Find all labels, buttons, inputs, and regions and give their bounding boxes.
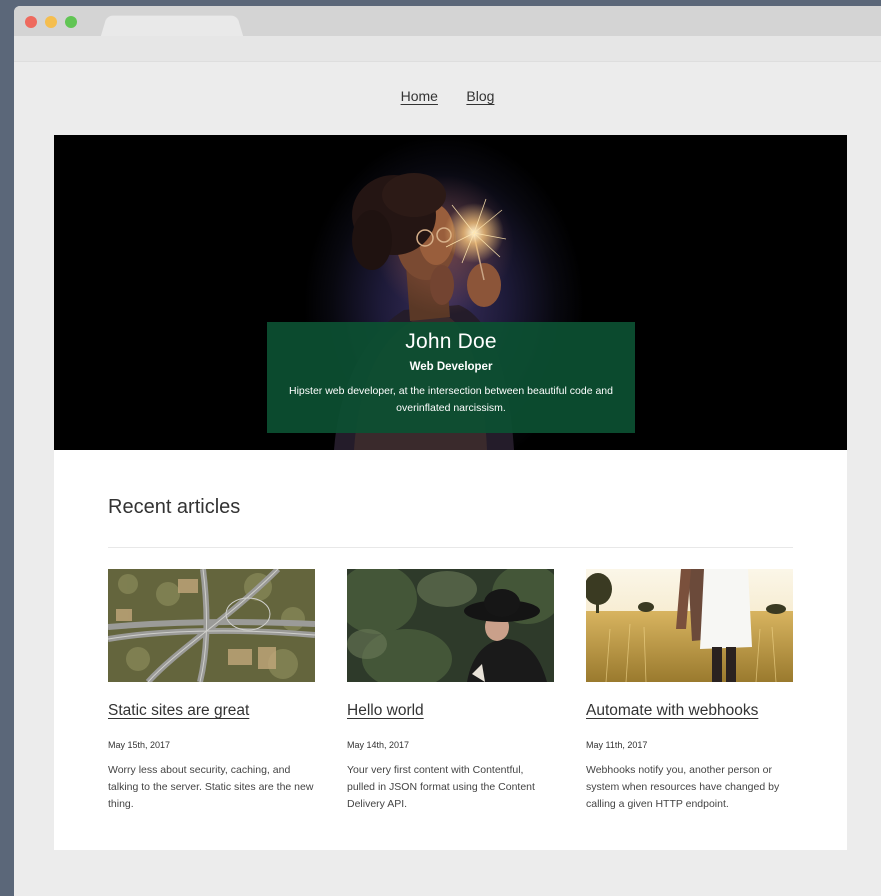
hero-role: Web Developer [409,361,493,373]
minimize-window-button[interactable] [45,16,57,28]
article-card: Hello world May 14th, 2017 Your very fir… [347,569,554,813]
article-thumbnail-highway[interactable] [108,569,315,682]
browser-window: Home Blog John Doe Web Developer Hipster… [14,6,881,896]
browser-tab[interactable] [100,15,244,37]
nav-link-home[interactable]: Home [401,88,438,104]
article-date: May 15th, 2017 [108,740,171,750]
main-nav: Home Blog [14,88,881,106]
article-description: Webhooks notify you, another person or s… [586,764,780,810]
hero-name: John Doe [405,330,497,353]
article-thumbnail-hat-woman[interactable] [347,569,554,682]
browser-toolbar [14,36,881,62]
article-title-link[interactable]: Hello world [347,702,554,720]
section-divider [108,547,793,548]
article-description: Worry less about security, caching, and … [108,764,314,810]
browser-titlebar [14,6,881,37]
article-description: Your very first content with Contentful,… [347,764,535,810]
hero-banner: John Doe Web Developer Hipster web devel… [54,135,847,450]
article-card: Static sites are great May 15th, 2017 Wo… [108,569,315,813]
article-thumbnail-field-couple[interactable] [586,569,793,682]
section-title: Recent articles [108,496,241,518]
article-card: Automate with webhooks May 11th, 2017 We… [586,569,793,813]
nav-link-blog[interactable]: Blog [466,88,494,104]
article-title-link[interactable]: Automate with webhooks [586,702,793,720]
close-window-button[interactable] [25,16,37,28]
article-title-link[interactable]: Static sites are great [108,702,315,720]
article-date: May 14th, 2017 [347,740,410,750]
hero-profile-card: John Doe Web Developer Hipster web devel… [267,322,635,433]
recent-articles-section: Recent articles Static sites are great M… [54,450,847,850]
hero-description: Hipster web developer, at the intersecti… [289,385,613,414]
maximize-window-button[interactable] [65,16,77,28]
article-date: May 11th, 2017 [586,740,648,750]
